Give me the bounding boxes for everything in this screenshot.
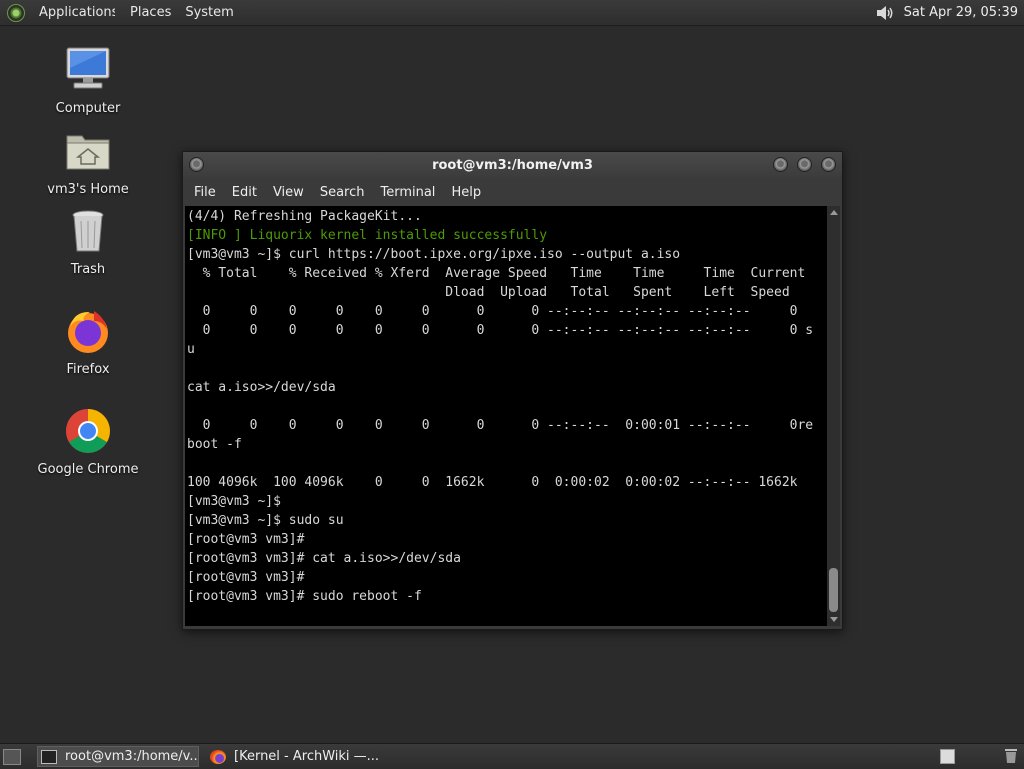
terminal-window: root@vm3:/home/vm3 File Edit View Search… bbox=[182, 151, 843, 630]
scroll-down-icon[interactable] bbox=[830, 617, 838, 622]
chrome-icon bbox=[66, 409, 110, 453]
terminal-line: 0 0 0 0 0 0 0 0 --:--:-- --:--:-- --:--:… bbox=[187, 323, 814, 338]
desktop-icon-computer[interactable]: Computer bbox=[28, 46, 148, 116]
terminal-line: [root@vm3 vm3]# bbox=[187, 532, 305, 547]
terminal-icon bbox=[41, 749, 57, 764]
terminal-line: [root@vm3 vm3]# cat a.iso>>/dev/sda bbox=[187, 551, 461, 566]
scroll-up-icon[interactable] bbox=[830, 210, 838, 215]
taskbar-item-terminal[interactable]: root@vm3:/home/v... bbox=[37, 746, 199, 767]
desktop-icon-trash[interactable]: Trash bbox=[28, 207, 148, 277]
terminal-line: cat a.iso>>/dev/sda bbox=[187, 380, 336, 395]
distro-logo-icon[interactable] bbox=[7, 3, 25, 22]
firefox-icon bbox=[68, 311, 108, 353]
taskbar-item-label: root@vm3:/home/v... bbox=[65, 749, 199, 764]
taskbar-item-label: [Kernel - ArchWiki —... bbox=[234, 749, 380, 764]
terminal-line: [vm3@vm3 ~]$ sudo su bbox=[187, 513, 344, 528]
workspace-switcher[interactable] bbox=[940, 749, 955, 764]
desktop-icon-label: vm3's Home bbox=[47, 182, 129, 197]
top-panel: Applications Places System Sat Apr 29, 0… bbox=[0, 0, 1024, 26]
terminal-line: [vm3@vm3 ~]$ curl https://boot.ipxe.org/… bbox=[187, 247, 681, 262]
show-desktop-icon[interactable] bbox=[3, 748, 21, 765]
desktop-icon-firefox[interactable]: Firefox bbox=[28, 307, 148, 377]
terminal-line: 0 0 0 0 0 0 0 0 --:--:-- 0:00:01 --:--:-… bbox=[187, 418, 814, 433]
terminal-line: boot -f bbox=[187, 437, 242, 452]
terminal-line: 100 4096k 100 4096k 0 0 1662k 0 0:00:02 … bbox=[187, 475, 798, 490]
menu-system[interactable]: System bbox=[178, 5, 240, 20]
desktop-icon-label: Google Chrome bbox=[37, 462, 139, 477]
terminal-line: [root@vm3 vm3]# sudo reboot -f bbox=[187, 589, 422, 604]
menu-places[interactable]: Places bbox=[123, 5, 178, 20]
desktop-icon-chrome[interactable]: Google Chrome bbox=[28, 407, 148, 477]
firefox-icon bbox=[210, 749, 226, 764]
window-titlebar[interactable]: root@vm3:/home/vm3 bbox=[183, 152, 842, 179]
terminal-line: % Total % Received % Xferd Average Speed… bbox=[187, 266, 806, 281]
terminal-line: [vm3@vm3 ~]$ bbox=[187, 494, 281, 509]
computer-icon bbox=[66, 47, 110, 89]
terminal-line: (4/4) Refreshing PackageKit... bbox=[187, 209, 422, 224]
menu-applications[interactable]: Applications bbox=[32, 5, 115, 20]
trash-icon[interactable] bbox=[1004, 748, 1018, 764]
terminal-line: Dload Upload Total Spent Left Speed bbox=[187, 285, 790, 300]
desktop-icon-label: Firefox bbox=[66, 362, 110, 377]
top-panel-tray: Sat Apr 29, 05:39 bbox=[875, 0, 1018, 25]
terminal-line: 0 0 0 0 0 0 0 0 --:--:-- --:--:-- --:--:… bbox=[187, 304, 798, 319]
window-menu-icon[interactable] bbox=[189, 157, 204, 172]
volume-icon[interactable] bbox=[875, 3, 895, 23]
menu-view[interactable]: View bbox=[266, 185, 313, 200]
maximize-icon[interactable] bbox=[797, 157, 812, 172]
close-icon[interactable] bbox=[821, 157, 836, 172]
terminal-line: u bbox=[187, 342, 195, 357]
menu-terminal[interactable]: Terminal bbox=[373, 185, 444, 200]
terminal-line: [INFO ] Liquorix kernel installed succes… bbox=[187, 228, 548, 243]
desktop-icon-label: Computer bbox=[55, 101, 121, 116]
taskbar-item-firefox[interactable]: [Kernel - ArchWiki —... bbox=[207, 746, 385, 767]
scroll-thumb[interactable] bbox=[829, 568, 838, 612]
terminal-line: [root@vm3 vm3]# bbox=[187, 570, 305, 585]
trash-icon bbox=[72, 210, 104, 252]
desktop-icon-label: Trash bbox=[70, 262, 106, 277]
terminal-output[interactable]: (4/4) Refreshing PackageKit... [INFO ] Li… bbox=[185, 206, 827, 626]
window-title: root@vm3:/home/vm3 bbox=[432, 158, 593, 173]
home-folder-icon bbox=[66, 135, 110, 170]
menu-edit[interactable]: Edit bbox=[225, 185, 266, 200]
menu-help[interactable]: Help bbox=[444, 185, 490, 200]
desktop-icon-home[interactable]: vm3's Home bbox=[28, 127, 148, 197]
terminal-text: (4/4) Refreshing PackageKit... [INFO ] Li… bbox=[185, 206, 827, 606]
minimize-icon[interactable] bbox=[773, 157, 788, 172]
menu-search[interactable]: Search bbox=[313, 185, 374, 200]
menu-file[interactable]: File bbox=[187, 185, 225, 200]
clock[interactable]: Sat Apr 29, 05:39 bbox=[904, 5, 1018, 20]
terminal-menubar: File Edit View Search Terminal Help bbox=[183, 179, 842, 205]
terminal-scrollbar[interactable] bbox=[827, 206, 840, 626]
bottom-panel: root@vm3:/home/v... [Kernel - ArchWiki —… bbox=[0, 743, 1024, 769]
